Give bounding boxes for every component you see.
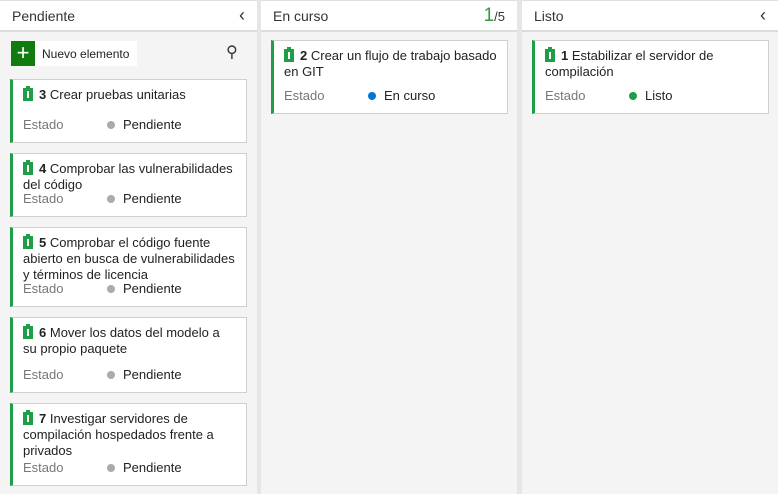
state-dot-icon xyxy=(107,195,115,203)
card-state: Estado Pendiente xyxy=(23,281,243,297)
column-title: Pendiente xyxy=(12,8,76,24)
work-item-icon xyxy=(23,86,33,101)
card-id: 3 xyxy=(39,87,47,102)
column-header: Pendiente ‹ xyxy=(0,0,257,32)
state-label: Estado xyxy=(284,88,325,103)
work-item-card[interactable]: 1 Estabilizar el servidor de compilación… xyxy=(532,40,769,114)
state-dot-icon xyxy=(107,371,115,379)
new-item-button[interactable]: + Nuevo elemento xyxy=(11,41,138,66)
column-title: En curso xyxy=(273,8,329,24)
card-title: 6 Mover los datos del modelo a su propio… xyxy=(23,324,236,357)
card-state: Estado Listo xyxy=(545,88,765,104)
card-id: 4 xyxy=(39,161,47,176)
work-item-card[interactable]: 2 Crear un flujo de trabajo basado en GI… xyxy=(271,40,508,114)
card-state: Estado Pendiente xyxy=(23,367,243,383)
card-title-text[interactable]: Investigar servidores de compilación hos… xyxy=(23,411,214,458)
state-value[interactable]: Pendiente xyxy=(123,117,182,132)
column-title: Listo xyxy=(534,8,564,24)
work-item-icon xyxy=(23,410,33,425)
state-value[interactable]: Pendiente xyxy=(123,460,182,475)
card-id: 7 xyxy=(39,411,47,426)
new-item-label: Nuevo elemento xyxy=(42,46,130,61)
card-title: 7 Investigar servidores de compilación h… xyxy=(23,410,236,459)
card-id: 6 xyxy=(39,325,47,340)
state-label: Estado xyxy=(23,191,64,206)
card-title-text[interactable]: Mover los datos del modelo a su propio p… xyxy=(23,325,220,356)
card-title-text[interactable]: Crear pruebas unitarias xyxy=(50,87,186,102)
card-state: Estado En curso xyxy=(284,88,504,104)
state-dot-icon xyxy=(368,92,376,100)
state-label: Estado xyxy=(23,117,64,132)
column-header: Listo ‹ xyxy=(522,0,778,32)
plus-icon: + xyxy=(11,41,35,66)
card-title-text[interactable]: Estabilizar el servidor de compilación xyxy=(545,48,713,79)
column-header: En curso 1/5 xyxy=(261,0,517,32)
work-item-card[interactable]: 4 Comprobar las vulnerabilidades del cód… xyxy=(10,153,247,217)
collapse-chevron-icon[interactable]: ‹ xyxy=(239,5,245,26)
card-id: 2 xyxy=(300,48,308,63)
card-state: Estado Pendiente xyxy=(23,117,243,133)
state-dot-icon xyxy=(107,121,115,129)
state-value[interactable]: Pendiente xyxy=(123,281,182,296)
state-label: Estado xyxy=(23,281,64,296)
card-state: Estado Pendiente xyxy=(23,460,243,476)
state-label: Estado xyxy=(23,367,64,382)
wip-current: 1 xyxy=(483,5,495,26)
search-icon[interactable]: ⚲ xyxy=(226,42,238,62)
collapse-chevron-icon[interactable]: ‹ xyxy=(760,5,766,26)
card-state: Estado Pendiente xyxy=(23,191,243,207)
work-item-icon xyxy=(23,324,33,339)
work-item-icon xyxy=(545,47,555,62)
card-id: 5 xyxy=(39,235,47,250)
work-item-card[interactable]: 5 Comprobar el código fuente abierto en … xyxy=(10,227,247,307)
state-label: Estado xyxy=(23,460,64,475)
state-value[interactable]: Pendiente xyxy=(123,367,182,382)
state-label: Estado xyxy=(545,88,586,103)
state-dot-icon xyxy=(107,285,115,293)
card-title: 2 Crear un flujo de trabajo basado en GI… xyxy=(284,47,497,80)
work-item-card[interactable]: 6 Mover los datos del modelo a su propio… xyxy=(10,317,247,393)
work-item-icon xyxy=(23,234,33,249)
work-item-icon xyxy=(284,47,294,62)
card-title: 3 Crear pruebas unitarias xyxy=(23,86,236,103)
card-title-text[interactable]: Comprobar el código fuente abierto en bu… xyxy=(23,235,235,282)
card-title-text[interactable]: Crear un flujo de trabajo basado en GIT xyxy=(284,48,497,79)
wip-max: /5 xyxy=(494,9,505,24)
work-item-icon xyxy=(23,160,33,175)
card-title: 4 Comprobar las vulnerabilidades del cód… xyxy=(23,160,236,193)
state-dot-icon xyxy=(107,464,115,472)
card-title-text[interactable]: Comprobar las vulnerabilidades del códig… xyxy=(23,161,233,192)
state-value[interactable]: Listo xyxy=(645,88,672,103)
state-value[interactable]: Pendiente xyxy=(123,191,182,206)
card-id: 1 xyxy=(561,48,569,63)
state-value[interactable]: En curso xyxy=(384,88,435,103)
card-title: 1 Estabilizar el servidor de compilación xyxy=(545,47,758,80)
wip-limit: 1/5 xyxy=(484,5,505,27)
state-dot-icon xyxy=(629,92,637,100)
work-item-card[interactable]: 3 Crear pruebas unitarias Estado Pendient… xyxy=(10,79,247,143)
work-item-card[interactable]: 7 Investigar servidores de compilación h… xyxy=(10,403,247,486)
card-title: 5 Comprobar el código fuente abierto en … xyxy=(23,234,236,283)
